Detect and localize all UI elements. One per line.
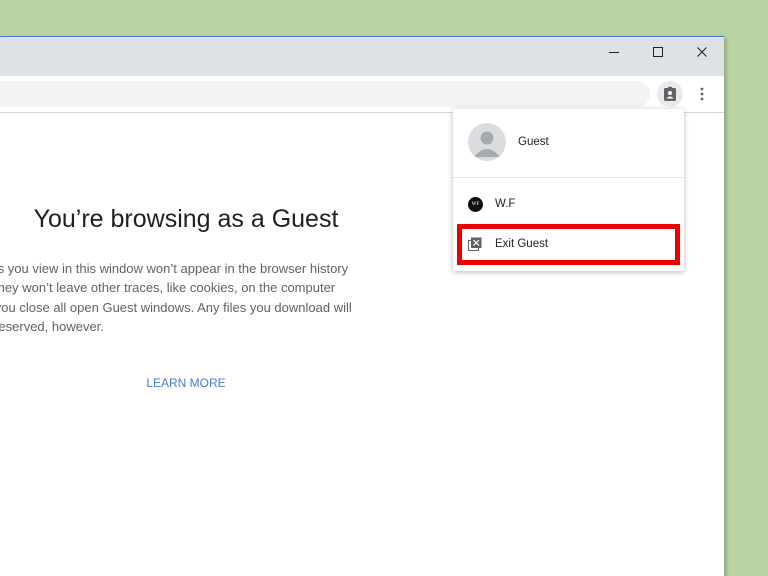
guest-profile-icon bbox=[664, 86, 676, 101]
profile-item-wf[interactable]: WF W.F bbox=[453, 187, 684, 223]
description-line: ter you close all open Guest windows. An… bbox=[0, 299, 352, 315]
highlight-box bbox=[457, 224, 680, 265]
maximize-button[interactable] bbox=[636, 37, 680, 67]
description-line: e preserved, however. bbox=[0, 318, 104, 334]
close-button[interactable] bbox=[680, 37, 724, 67]
toolbar bbox=[0, 76, 724, 113]
close-icon bbox=[697, 47, 707, 57]
address-bar[interactable] bbox=[0, 81, 650, 107]
guest-avatar bbox=[468, 123, 506, 161]
description-line: nd they won’t leave other traces, like c… bbox=[0, 280, 336, 296]
maximize-icon bbox=[653, 47, 663, 57]
title-bar bbox=[0, 36, 724, 77]
profile-item-label: W.F bbox=[495, 198, 516, 210]
more-menu-button[interactable] bbox=[690, 82, 714, 106]
profile-button[interactable] bbox=[657, 81, 683, 107]
page-title: You’re browsing as a Guest bbox=[33, 205, 339, 233]
person-icon bbox=[474, 131, 500, 157]
description-line: ages you view in this window won’t appea… bbox=[0, 261, 349, 276]
guest-description: ages you view in this window won’t appea… bbox=[0, 259, 396, 336]
more-vert-icon bbox=[700, 87, 704, 101]
minimize-icon bbox=[609, 52, 619, 53]
learn-more-link[interactable]: LEARN MORE bbox=[0, 376, 372, 390]
guest-name: Guest bbox=[518, 136, 549, 148]
current-profile: Guest bbox=[453, 109, 684, 178]
wf-avatar: WF bbox=[468, 197, 483, 212]
minimize-button[interactable] bbox=[592, 37, 636, 67]
